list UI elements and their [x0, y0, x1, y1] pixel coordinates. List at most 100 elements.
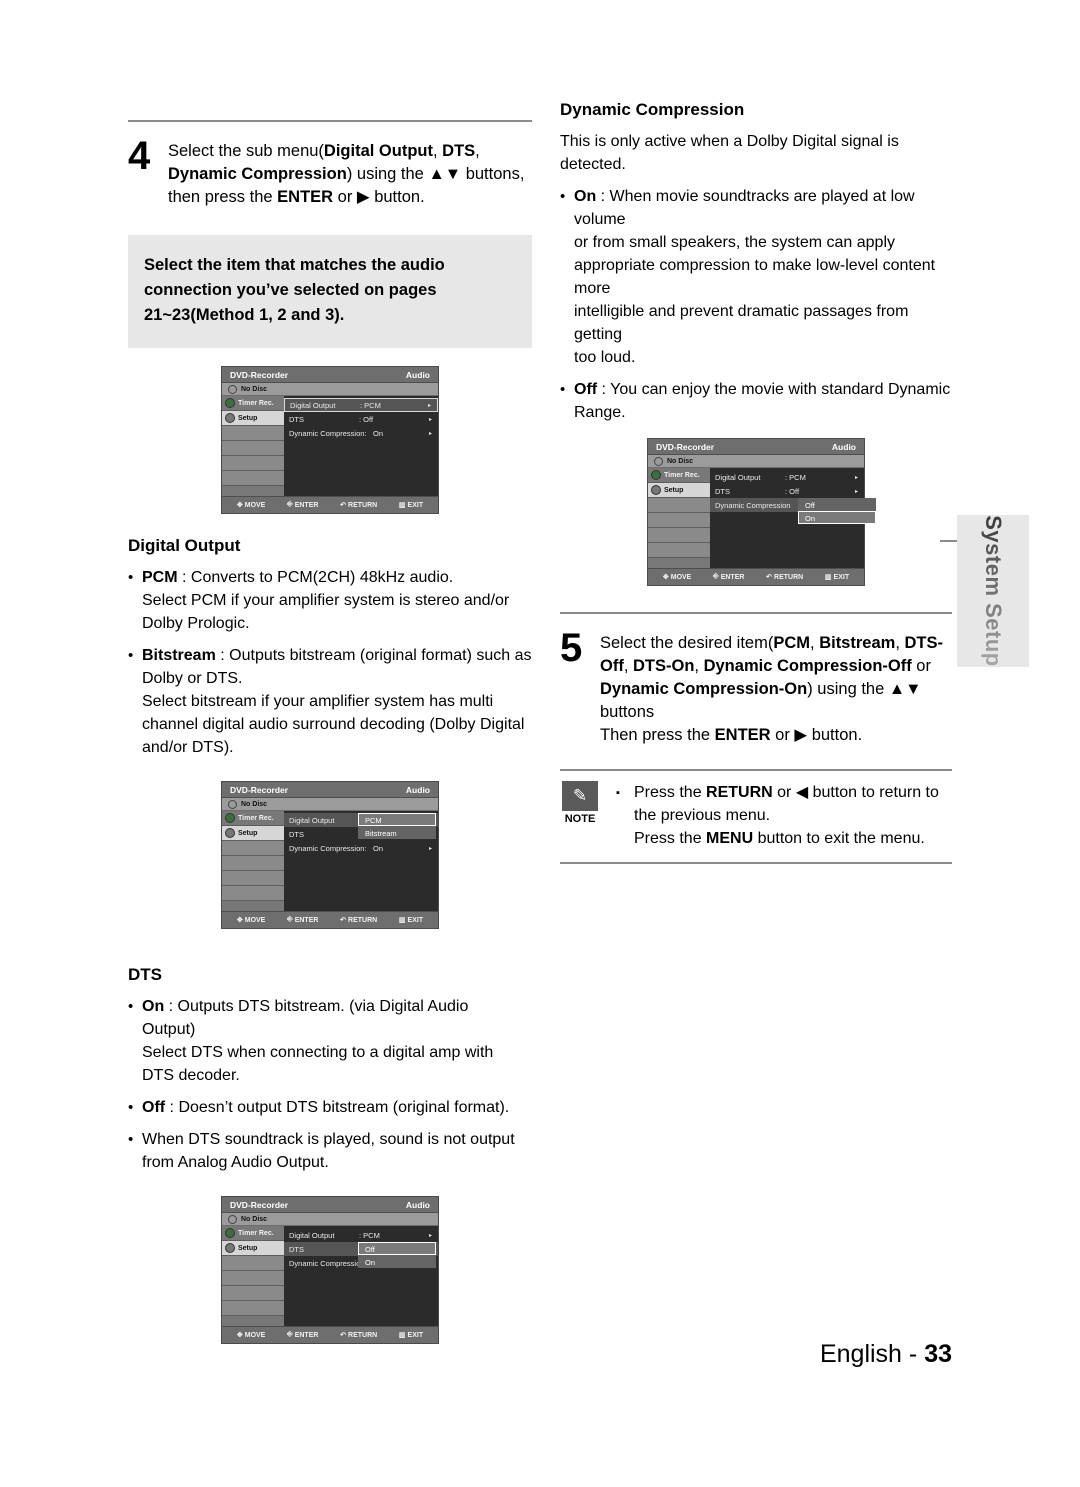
osd-sidebar-blank	[222, 441, 284, 456]
osd-body: Timer Rec. Setup Digital Output DTS Dynamic …	[222, 811, 438, 911]
osd-sidebar-blank	[648, 543, 710, 558]
exit-icon: ▥	[398, 502, 406, 509]
bullet-dot-icon: •	[560, 188, 566, 205]
text-line: Dolby Prologic.	[142, 615, 250, 632]
chevron-right-icon: ▸	[428, 1232, 432, 1239]
osd-sidebar-item-timer-rec[interactable]: Timer Rec.	[222, 396, 284, 411]
timer-rec-icon	[225, 398, 235, 408]
text-line: appropriate compression to make low-leve…	[574, 257, 936, 297]
step-5-number: 5	[560, 626, 582, 670]
osd-footer-bar: ✥ MOVE ⎆ ENTER ↶ RETURN ▥ EXIT	[222, 911, 438, 928]
osd-device-name: DVD-Recorder	[230, 784, 289, 795]
side-tab-label: System Setup	[981, 515, 1006, 667]
osd-dropdown-option[interactable]: Bitstream	[358, 826, 436, 839]
osd-menu-row[interactable]: Digital Output: PCM ▸	[284, 398, 438, 412]
osd-menu-row[interactable]: Dynamic Compression: On ▸	[284, 841, 438, 855]
osd-dropdown[interactable]: Off On	[798, 498, 876, 524]
osd-menu-label: DTS	[289, 414, 304, 424]
osd-menu-label: Dynamic Compression:	[289, 428, 367, 438]
osd-dropdown-option[interactable]: On	[798, 511, 876, 524]
osd-footer-move[interactable]: ✥ MOVE	[662, 573, 692, 582]
bullet-dot-icon: •	[128, 1099, 134, 1116]
chevron-right-icon: ▸	[428, 430, 432, 437]
osd-sidebar-item-setup[interactable]: Setup	[648, 483, 710, 498]
dpad-icon: ✥	[236, 1332, 243, 1339]
osd-status-bar: No Disc	[222, 383, 438, 396]
osd-status-text: No Disc	[241, 800, 268, 808]
osd-menu-label: Dynamic Compression:	[289, 843, 367, 853]
text-line: PCM : Converts to PCM(2CH) 48kHz audio.	[142, 569, 454, 586]
text-line: Select the desired item(PCM, Bitstream, …	[600, 634, 943, 652]
bullet-text: On : Outputs DTS bitstream. (via Digital…	[142, 995, 532, 1087]
osd-footer-enter[interactable]: ⎆ ENTER	[287, 1331, 318, 1339]
divider-above-step5	[560, 612, 952, 614]
osd-footer-enter[interactable]: ⎆ ENTER	[287, 916, 318, 924]
osd-dropdown-option[interactable]: On	[358, 1255, 436, 1268]
osd-body: Timer Rec. Setup Digital Output: PCM ▸ DTS: …	[222, 396, 438, 496]
osd-menu-list: Digital Output: PCM▸DTS:Dynamic Compress…	[284, 1226, 438, 1326]
digital-output-heading: Digital Output	[128, 536, 241, 555]
osd-dropdown-option[interactable]: Off	[798, 498, 876, 511]
osd-sidebar-item-timer-rec[interactable]: Timer Rec.	[222, 811, 284, 826]
osd-status-text: No Disc	[667, 457, 694, 465]
side-tab-tick	[940, 540, 957, 542]
osd-sidebar-blank	[222, 456, 284, 471]
dts-section: DTS • On : Outputs DTS bitstream. (via Di…	[128, 965, 532, 1174]
osd-footer-move[interactable]: ✥ MOVE	[236, 501, 266, 510]
enter-icon: ⎆	[287, 916, 293, 923]
osd-digital-output-dropdown: DVD-Recorder Audio No Disc Timer Rec. Setup D…	[221, 781, 439, 929]
osd-menu-row[interactable]: DTS: Off ▸	[284, 412, 438, 426]
osd-menu-label: Digital Output	[290, 400, 336, 410]
osd-footer-exit[interactable]: ▥ EXIT	[398, 501, 423, 510]
osd-menu-row[interactable]: DTS: Off ▸	[710, 484, 864, 498]
osd-menu-row[interactable]: Dynamic Compression: On ▸	[284, 426, 438, 440]
osd-sidebar-blank	[222, 1301, 284, 1316]
osd-footer-move[interactable]: ✥ MOVE	[236, 1331, 266, 1340]
dpad-icon: ✥	[236, 502, 243, 509]
timer-rec-icon	[651, 470, 661, 480]
bullet-item: • When DTS soundtrack is played, sound is…	[128, 1128, 532, 1174]
osd-menu-row[interactable]: Digital Output: PCM ▸	[284, 1228, 438, 1242]
osd-footer-exit[interactable]: ▥ EXIT	[399, 916, 423, 925]
osd-footer-move[interactable]: ✥ MOVE	[237, 916, 266, 925]
osd-status-bar: No Disc	[222, 798, 438, 811]
bullet-text: Off : You can enjoy the movie with stand…	[574, 378, 952, 424]
osd-footer-exit[interactable]: ▥ EXIT	[399, 1331, 423, 1340]
osd-footer-enter[interactable]: ⎆ ENTER	[713, 573, 744, 581]
osd-title-bar: DVD-Recorder Audio	[648, 439, 864, 455]
callout-line: connection you’ve selected on pages	[144, 281, 437, 299]
chevron-right-icon: ▸	[428, 416, 432, 423]
osd-dropdown-option[interactable]: PCM	[358, 813, 436, 826]
osd-menu-row[interactable]: Digital Output: PCM ▸	[710, 470, 864, 484]
dpad-icon: ✥	[662, 574, 669, 581]
chevron-right-icon: ▸	[427, 402, 431, 409]
osd-dropdown[interactable]: Off On	[358, 1242, 436, 1268]
osd-sidebar-blank	[222, 1256, 284, 1271]
osd-menu-label: DTS	[289, 829, 304, 839]
osd-section-name: Audio	[405, 784, 430, 795]
osd-dropdown[interactable]: PCM Bitstream	[358, 813, 436, 839]
enter-icon: ⎆	[713, 573, 719, 580]
text-line: Bitstream : Outputs bitstream (original …	[142, 647, 532, 664]
step-4-text: Select the sub menu(Digital Output, DTS,…	[168, 138, 524, 209]
osd-sidebar-item-timer-rec[interactable]: Timer Rec.	[648, 468, 710, 483]
osd-footer-return[interactable]: ↶ RETURN	[340, 1331, 377, 1340]
osd-footer-enter[interactable]: ⎆ ENTER	[287, 501, 318, 509]
osd-sidebar-item-setup[interactable]: Setup	[222, 411, 284, 426]
osd-dropdown-option[interactable]: Off	[358, 1242, 436, 1255]
osd-footer-return[interactable]: ↶ RETURN	[766, 573, 803, 582]
osd-sidebar: Timer Rec. Setup	[648, 468, 710, 568]
osd-screenshot-1: DVD-Recorder Audio No Disc Timer Rec. Setup D…	[128, 366, 532, 514]
osd-footer-exit[interactable]: ▥ EXIT	[825, 573, 849, 582]
callout-line: 21~23(Method 1, 2 and 3).	[144, 306, 345, 324]
osd-footer-return[interactable]: ↶ RETURN	[340, 916, 377, 925]
osd-sidebar: Timer Rec. Setup	[222, 811, 284, 911]
osd-sidebar-item-setup[interactable]: Setup	[222, 1241, 284, 1256]
osd-sidebar-blank	[222, 471, 284, 486]
right-column: Dynamic Compression This is only active …	[560, 100, 952, 864]
osd-sidebar-item-setup[interactable]: Setup	[222, 826, 284, 841]
osd-footer-return[interactable]: ↶ RETURN	[340, 501, 377, 510]
osd-title-bar: DVD-Recorder Audio	[222, 782, 438, 798]
osd-menu-label: DTS	[715, 486, 730, 496]
osd-sidebar-item-timer-rec[interactable]: Timer Rec.	[222, 1226, 284, 1241]
